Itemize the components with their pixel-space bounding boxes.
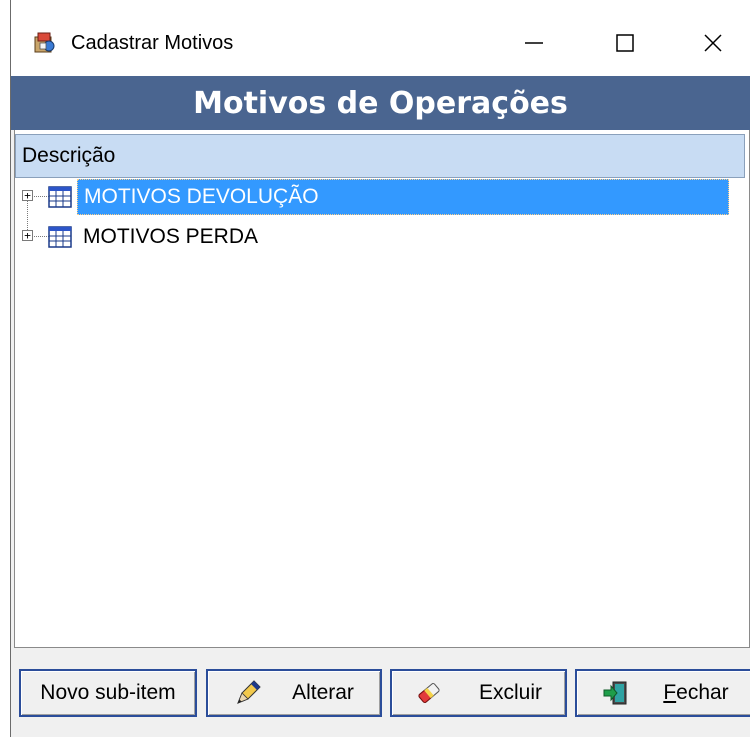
- fechar-label: Fechar: [663, 681, 729, 704]
- table-icon: [48, 226, 72, 248]
- close-icon: [704, 34, 722, 52]
- minimize-button[interactable]: [504, 18, 564, 68]
- window-title: Cadastrar Motivos: [71, 32, 234, 54]
- title-bar: Cadastrar Motivos: [11, 0, 750, 84]
- tree-item[interactable]: + MOTIVOS PERDA: [15, 219, 746, 255]
- column-header-descricao[interactable]: Descrição: [15, 134, 745, 178]
- tree-item-label[interactable]: MOTIVOS PERDA: [77, 219, 264, 255]
- page-title: Motivos de Operações: [193, 85, 568, 121]
- alterar-label: Alterar: [292, 681, 354, 704]
- tree-item[interactable]: + MOTIVOS DEVOLUÇÃO: [15, 179, 746, 215]
- minimize-icon: [525, 42, 543, 44]
- expand-icon[interactable]: +: [22, 230, 33, 241]
- header-banner: Motivos de Operações: [11, 76, 750, 130]
- tree-connector: [34, 196, 49, 197]
- close-button[interactable]: [683, 18, 743, 68]
- maximize-icon: [616, 34, 634, 52]
- tree-view[interactable]: Descrição + MOTIVOS DEVOLUÇÃO + MOTIVOS …: [14, 130, 750, 648]
- novo-sub-item-button[interactable]: Novo sub-item: [19, 669, 197, 717]
- excluir-button[interactable]: Excluir: [390, 669, 567, 717]
- alterar-button[interactable]: Alterar: [206, 669, 382, 717]
- novo-sub-item-label: Novo sub-item: [40, 681, 176, 704]
- window: Cadastrar Motivos Motivos de Operações D…: [10, 0, 750, 737]
- pencil-icon: [237, 680, 261, 704]
- exit-door-icon: [603, 681, 627, 705]
- tree-item-label[interactable]: MOTIVOS DEVOLUÇÃO: [77, 179, 729, 215]
- expand-icon[interactable]: +: [22, 190, 33, 201]
- fechar-button[interactable]: Fechar: [575, 669, 750, 717]
- eraser-icon: [418, 683, 440, 703]
- excluir-label: Excluir: [478, 681, 542, 704]
- app-icon: [34, 32, 55, 53]
- maximize-button[interactable]: [595, 18, 655, 68]
- table-icon: [48, 186, 72, 208]
- tree-connector: [34, 236, 49, 237]
